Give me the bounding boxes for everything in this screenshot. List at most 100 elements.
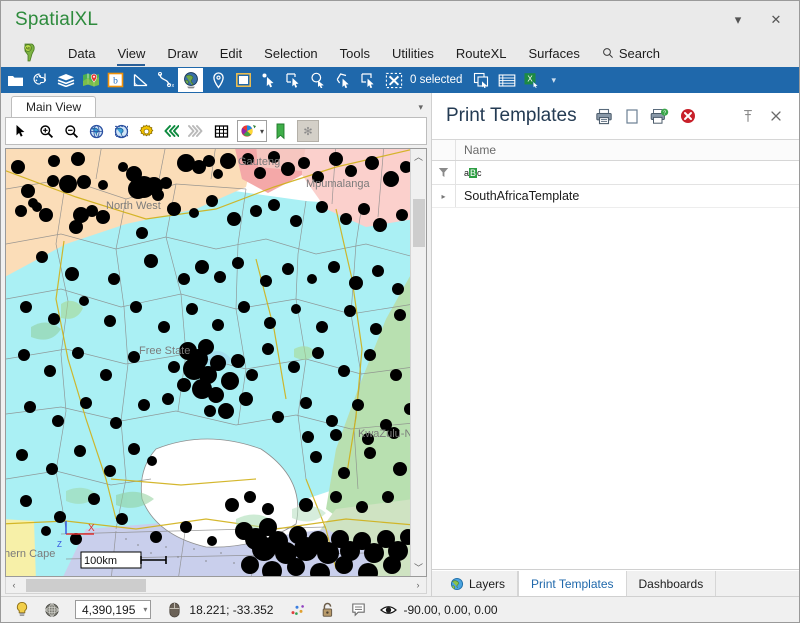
close-panel-button[interactable]: [763, 103, 789, 129]
globe-view-button[interactable]: [178, 68, 203, 92]
scroll-left-arrow-icon[interactable]: ‹: [6, 580, 22, 590]
menu-bar: AB Data View Draw Edit Selection Tools U…: [1, 39, 799, 67]
copy-selection-button[interactable]: [469, 68, 494, 92]
menu-item-utilities[interactable]: Utilities: [381, 39, 445, 67]
print-button[interactable]: [591, 103, 617, 129]
filter-input-cell[interactable]: aBc: [456, 161, 799, 184]
select-rectangle-button[interactable]: [281, 68, 306, 92]
menu-item-edit[interactable]: Edit: [209, 39, 253, 67]
favorite-button[interactable]: ✻: [297, 120, 320, 142]
window-close-button[interactable]: ✕: [757, 5, 795, 35]
new-page-button[interactable]: [619, 103, 645, 129]
tab-dashboards-label: Dashboards: [638, 576, 704, 591]
tab-print-templates[interactable]: Print Templates: [518, 571, 627, 596]
select-circle-button[interactable]: [306, 68, 331, 92]
select-point-button[interactable]: [256, 68, 281, 92]
bookmark-button[interactable]: [268, 119, 292, 143]
location-marker-button[interactable]: [206, 68, 231, 92]
open-folder-button[interactable]: [3, 68, 28, 92]
previous-extent-button[interactable]: [159, 119, 183, 143]
app-logo-button[interactable]: AB: [1, 39, 57, 67]
export-excel-button[interactable]: X: [519, 68, 544, 92]
bookmark-b-button[interactable]: b: [103, 68, 128, 92]
print-layout-button[interactable]: [231, 68, 256, 92]
visibility-button[interactable]: [373, 604, 403, 616]
horizontal-scroll-thumb[interactable]: [26, 578, 146, 592]
lock-toggle-button[interactable]: [313, 602, 343, 618]
favorite-star-icon: ✻: [303, 125, 313, 138]
theme-combo-caret-icon[interactable]: ▾: [260, 127, 264, 136]
select-box-button[interactable]: [356, 68, 381, 92]
map-pin-button[interactable]: [78, 68, 103, 92]
mouse-mode-button[interactable]: [159, 602, 189, 618]
map-vertical-scrollbar[interactable]: ︿ ﹀: [410, 149, 426, 576]
ribbon-overflow-caret-icon[interactable]: ▾: [544, 75, 563, 86]
grid-icon: [214, 124, 228, 138]
table-data-button[interactable]: [494, 68, 519, 92]
palette-brush-button[interactable]: [28, 68, 53, 92]
tab-main-view[interactable]: Main View: [11, 96, 97, 117]
pin-panel-button[interactable]: [735, 103, 761, 129]
map-scale-combo[interactable]: 4,390,195 ▾: [75, 600, 152, 619]
templates-grid-empty-area: [432, 208, 799, 570]
menu-item-view[interactable]: View: [106, 39, 156, 67]
menu-item-selection[interactable]: Selection: [253, 39, 328, 67]
lightbulb-button[interactable]: [7, 601, 37, 618]
grid-button[interactable]: [209, 119, 233, 143]
search-icon: [602, 48, 613, 58]
scatter-dots-icon: [291, 604, 305, 615]
view-tabs-caret-icon[interactable]: ▾: [418, 102, 423, 113]
application-window: SpatialXL ▾ ✕ AB Data View Draw Edit Sel…: [0, 0, 800, 623]
globe-status-button[interactable]: [37, 602, 67, 618]
curve-tool-button[interactable]: x: [153, 68, 178, 92]
menu-item-surfaces[interactable]: Surfaces: [518, 39, 591, 67]
svg-text:AB: AB: [25, 46, 31, 51]
scroll-up-arrow-icon[interactable]: ︿: [414, 149, 423, 165]
menu-item-data[interactable]: Data: [57, 39, 106, 67]
filter-indicator-cell[interactable]: [432, 161, 456, 184]
scroll-right-arrow-icon[interactable]: ›: [410, 580, 426, 590]
zoom-out-button[interactable]: [59, 119, 83, 143]
row-expander-icon[interactable]: ▸: [432, 185, 456, 207]
menu-item-tools[interactable]: Tools: [329, 39, 381, 67]
scatter-dots-button[interactable]: [283, 603, 313, 617]
window-menu-caret-icon[interactable]: ▾: [719, 5, 757, 35]
measure-angle-icon: [133, 73, 148, 86]
tab-layers[interactable]: Layers: [438, 571, 519, 596]
map-canvas[interactable]: North West Gauteng Mpumalanga Free State…: [6, 149, 410, 576]
zoom-selection-globe-button[interactable]: [109, 119, 133, 143]
delete-template-button[interactable]: [675, 103, 701, 129]
measure-angle-button[interactable]: [128, 68, 153, 92]
menu-item-draw[interactable]: Draw: [156, 39, 208, 67]
vertical-scroll-thumb[interactable]: [412, 198, 425, 247]
next-extent-button[interactable]: [184, 119, 208, 143]
pointer-tool-button[interactable]: [9, 119, 33, 143]
svg-text:100km: 100km: [84, 555, 117, 567]
menu-item-routexl[interactable]: RouteXL: [445, 39, 518, 67]
print-preview-button[interactable]: ?: [647, 103, 673, 129]
settings-gear-button[interactable]: [134, 119, 158, 143]
zoom-in-button[interactable]: [34, 119, 58, 143]
zoom-extent-globe-button[interactable]: [84, 119, 108, 143]
column-header-name[interactable]: Name: [456, 140, 799, 160]
pin-icon: [744, 110, 752, 122]
map-scale-caret-icon[interactable]: ▾: [143, 605, 147, 614]
unlocked-padlock-icon: [323, 602, 333, 617]
svg-text:b: b: [113, 76, 118, 86]
table-row[interactable]: ▸ SouthAfricaTemplate: [432, 185, 799, 208]
map-label-gauteng: Gauteng: [238, 156, 280, 168]
layers-button[interactable]: [53, 68, 78, 92]
template-name-cell[interactable]: SouthAfricaTemplate: [456, 185, 799, 207]
tab-dashboards[interactable]: Dashboards: [627, 571, 717, 596]
ribbon-toolbar: b x 0 selected X ▾: [1, 67, 799, 93]
map-horizontal-scrollbar[interactable]: ‹ ›: [5, 577, 427, 594]
notes-button[interactable]: [343, 602, 373, 617]
scroll-down-arrow-icon[interactable]: ﹀: [414, 560, 423, 576]
bookmark-b-icon: b: [107, 72, 124, 88]
theme-selector-combo[interactable]: ▾: [237, 120, 268, 142]
select-box-icon: [361, 73, 374, 88]
menu-search-button[interactable]: Search: [591, 39, 671, 67]
select-polygon-button[interactable]: [331, 68, 356, 92]
close-icon: [771, 111, 781, 121]
clear-selection-button[interactable]: [381, 68, 406, 92]
